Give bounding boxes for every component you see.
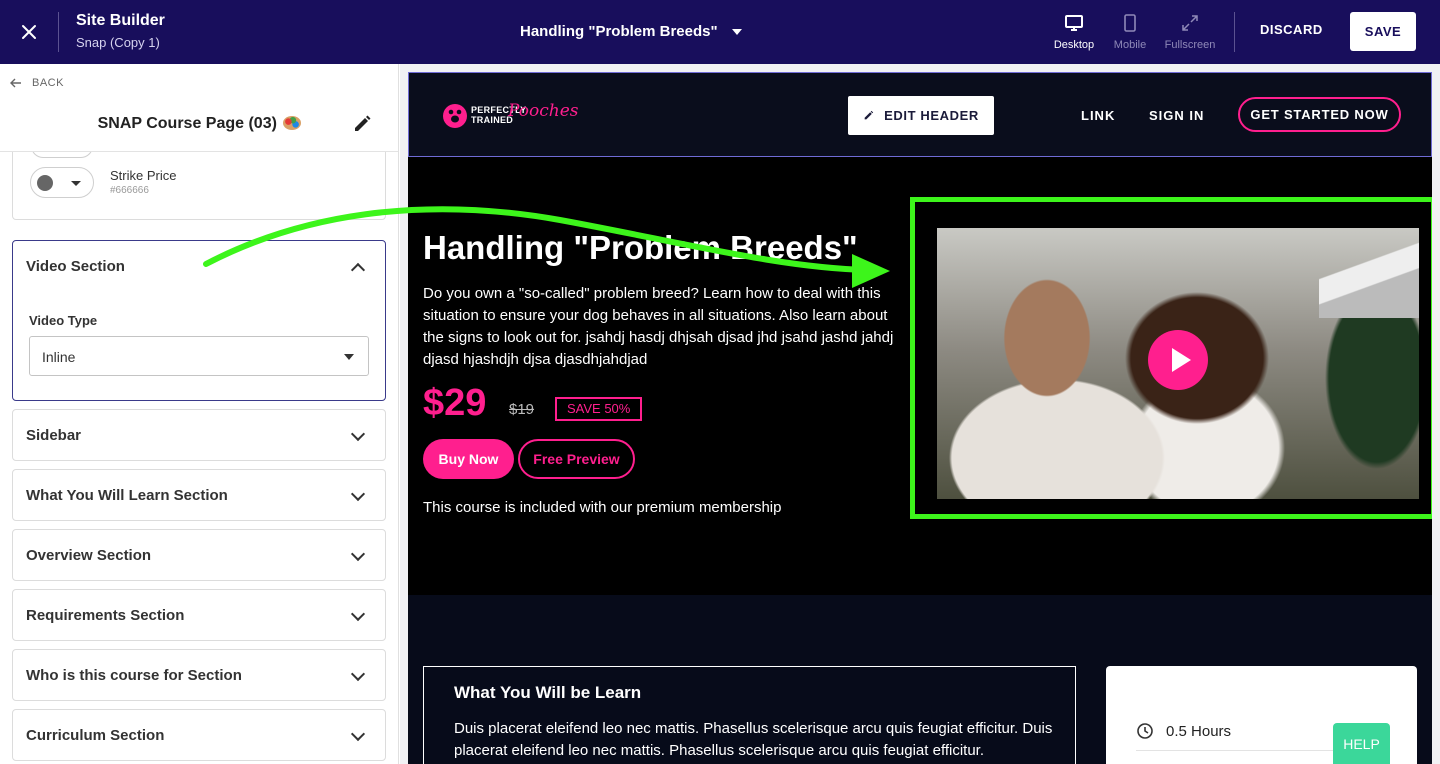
video-type-value: Inline [42,349,76,365]
accordion-sidebar[interactable]: Sidebar [12,409,386,461]
panel-title-text: SNAP Course Page (03) [97,115,277,132]
site-header[interactable]: PERFECTLY TRAINED Pooches EDIT HEADER LI… [408,72,1432,157]
divider [58,12,59,52]
strike-price: $19 [509,401,535,418]
get-started-button[interactable]: GET STARTED NOW [1238,97,1401,132]
mobile-icon [1124,14,1136,32]
video-type-select[interactable]: Inline [29,336,369,376]
accordion-title: Curriculum Section [26,727,165,744]
pencil-icon[interactable] [352,114,372,134]
hero-section: Handling "Problem Breeds" Do you own a "… [408,157,1432,595]
paw-logo-icon [443,104,467,128]
color-name: Strike Price [110,168,177,183]
chevron-down-icon [350,666,366,682]
panel-scroll-area[interactable]: Strike Price #666666 Video Section Video… [0,152,398,764]
brand-logo[interactable]: PERFECTLY TRAINED Pooches [442,99,592,133]
pencil-icon [864,110,874,120]
chevron-down-icon [350,486,366,502]
caret-down-icon [731,28,742,35]
video-type-label: Video Type [29,313,98,328]
chevron-down-icon [350,726,366,742]
nav-sign-in[interactable]: SIGN IN [1149,108,1204,123]
page-selector-label: Handling "Problem Breeds" [520,23,718,40]
course-video-thumbnail[interactable] [937,228,1419,499]
color-dot [37,175,53,191]
accordion-title: Video Section [26,258,125,275]
caret-down-icon [344,354,354,360]
learn-section: What You Will be Learn Duis placerat ele… [408,595,1432,764]
close-icon[interactable] [14,18,44,46]
clock-icon [1137,723,1153,739]
chevron-down-icon [350,426,366,442]
back-button[interactable]: BACK [10,77,64,89]
accordion-requirements[interactable]: Requirements Section [12,589,386,641]
caret-down-icon [71,181,81,186]
chevron-up-icon[interactable] [350,262,366,278]
accordion-overview[interactable]: Overview Section [12,529,386,581]
nav-link[interactable]: LINK [1081,108,1115,123]
save-button[interactable]: SAVE [1350,12,1416,51]
view-fullscreen-button[interactable]: Fullscreen [1160,14,1220,54]
top-bar: Site Builder Snap (Copy 1) Handling "Pro… [0,0,1440,64]
color-swatch-partial[interactable] [31,152,93,158]
chevron-down-icon [350,546,366,562]
artist-palette-icon [283,116,302,130]
back-label: BACK [32,77,64,89]
accordion-what-you-will-learn[interactable]: What You Will Learn Section [12,469,386,521]
save-badge: SAVE 50% [555,397,643,421]
membership-note: This course is included with our premium… [423,499,782,516]
accordion-who-is-this-for[interactable]: Who is this course for Section [12,649,386,701]
app-title: Site Builder [76,12,165,29]
buy-now-button[interactable]: Buy Now [423,439,514,479]
course-price: $29 [423,382,487,424]
logo-script: Pooches [508,101,579,121]
desktop-icon [1065,15,1083,31]
learn-text: Duis placerat eleifend leo nec mattis. P… [454,720,1053,759]
accordion-title: Sidebar [26,427,82,444]
color-hex: #666666 [110,185,149,196]
page-preview: PERFECTLY TRAINED Pooches EDIT HEADER LI… [400,64,1440,764]
accordion-curriculum[interactable]: Curriculum Section [12,709,386,761]
settings-panel: BACK SNAP Course Page (03) Strike Price … [0,64,399,764]
learn-title: What You Will be Learn [454,683,642,702]
accordion-title: What You Will Learn Section [26,487,228,504]
course-title: Handling "Problem Breeds" [423,229,858,266]
what-you-will-learn-card: What You Will be Learn Duis placerat ele… [423,666,1076,764]
site-name: Snap (Copy 1) [76,35,160,50]
divider [1234,12,1235,52]
chevron-down-icon [350,606,366,622]
house-roof-image [1319,228,1419,318]
edit-header-label: EDIT HEADER [884,108,979,123]
play-icon[interactable] [1148,330,1208,390]
help-button[interactable]: HELP [1333,723,1390,764]
duration-value: 0.5 Hours [1166,722,1232,740]
site-canvas: PERFECTLY TRAINED Pooches EDIT HEADER LI… [408,72,1432,764]
fullscreen-icon [1182,15,1198,31]
color-settings-card: Strike Price #666666 [12,152,386,220]
discard-button[interactable]: DISCARD [1260,22,1323,37]
page-selector[interactable]: Handling "Problem Breeds" [520,23,742,40]
view-desktop-button[interactable]: Desktop [1044,14,1104,54]
free-preview-button[interactable]: Free Preview [518,439,635,479]
color-swatch-picker[interactable] [30,167,94,198]
view-mobile-label: Mobile [1113,39,1147,51]
accordion-title: Overview Section [26,547,152,564]
view-desktop-label: Desktop [1053,39,1095,51]
panel-title: SNAP Course Page (03) [0,115,398,133]
accordion-title: Requirements Section [26,607,185,624]
view-fullscreen-label: Fullscreen [1164,39,1216,51]
arrow-left-icon [10,78,21,88]
duration-row: 0.5 Hours [1136,722,1376,751]
accordion-title: Who is this course for Section [26,667,242,684]
accordion-video-section[interactable]: Video Section Video Type Inline [12,240,386,401]
video-highlight-box [910,197,1432,519]
logo-line-2: TRAINED [471,115,514,125]
view-mobile-button[interactable]: Mobile [1100,14,1160,54]
edit-header-button[interactable]: EDIT HEADER [848,96,994,135]
course-description: Do you own a "so-called" problem breed? … [423,285,894,368]
